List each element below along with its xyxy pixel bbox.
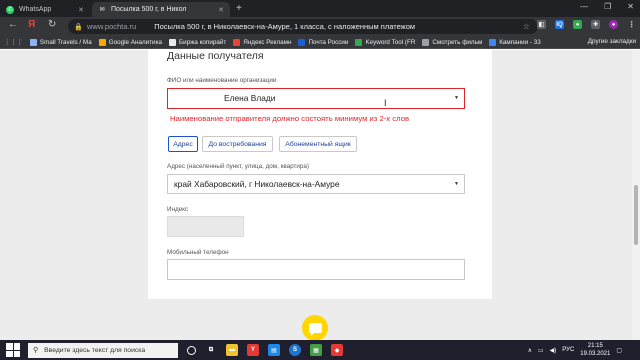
- network-icon[interactable]: ▭: [538, 347, 544, 354]
- scrollbar-thumb[interactable]: [634, 185, 638, 245]
- page-scrollbar[interactable]: [632, 50, 640, 340]
- tab-label: Посылка 500 г, в Никол: [111, 6, 187, 13]
- bookmark-star-icon[interactable]: ☆: [523, 22, 530, 31]
- tab-label: WhatsApp: [19, 6, 52, 13]
- address-bar[interactable]: 🔒 www.pochta.ru Посылка 500 г, в Николае…: [68, 19, 538, 34]
- lock-icon: 🔒: [74, 23, 83, 31]
- option-po-box[interactable]: Абонементный ящик: [279, 136, 357, 152]
- index-input[interactable]: [167, 216, 244, 237]
- file-explorer-icon[interactable]: ▬: [226, 344, 238, 356]
- bookmark-icon: [355, 38, 363, 46]
- phone-input[interactable]: [167, 259, 465, 280]
- url-text: www.pochta.ru: [87, 22, 137, 31]
- bookmark-item[interactable]: Small Travels / Ма: [29, 38, 92, 46]
- extension-icon[interactable]: ●: [573, 20, 582, 29]
- bookmark-item[interactable]: Keyword Tool (FR: [355, 38, 415, 46]
- menu-icon[interactable]: ⋮: [627, 20, 636, 29]
- clock-date: 19.03.2021: [580, 351, 611, 357]
- bookmark-icon: [489, 38, 497, 46]
- option-poste-restante[interactable]: До востребования: [202, 136, 273, 152]
- extensions: ◧ IQ ● ✚ ● ⋮: [537, 20, 636, 29]
- index-label: Индекс: [167, 206, 189, 213]
- bookmarks-bar: ⋮⋮⋮ Small Travels / Ма Google Аналитика …: [0, 36, 640, 49]
- tab-close-icon[interactable]: ✕: [76, 6, 86, 14]
- other-bookmarks[interactable]: Другие закладки: [588, 38, 636, 45]
- volume-icon[interactable]: ◀): [550, 347, 557, 354]
- tray-chevron-icon[interactable]: ∧: [528, 347, 532, 354]
- phone-label: Мобильный телефон: [167, 249, 229, 256]
- chat-icon: [308, 323, 322, 336]
- bookmark-item[interactable]: Яндекс Рекламн: [233, 38, 291, 46]
- notifications-icon[interactable]: ▢: [616, 347, 622, 354]
- search-icon: ⚲: [33, 347, 39, 354]
- name-error: Наименование отправителя должно состоять…: [170, 114, 410, 123]
- name-value: Елена Влади: [224, 93, 276, 103]
- bookmark-item[interactable]: Почта России: [298, 38, 348, 46]
- bookmark-item[interactable]: Кампании - 33: [489, 38, 541, 46]
- back-icon[interactable]: ←: [8, 19, 18, 30]
- tab-whatsapp[interactable]: ✆ WhatsApp ✕: [0, 2, 90, 17]
- taskbar: ⚲ Введите здесь текст для поиска ⧉ ▬ Y ▤…: [0, 340, 640, 360]
- avatar[interactable]: ●: [609, 20, 618, 29]
- window-controls: — ❐ ✕: [580, 2, 634, 11]
- bookmark-icon: [422, 38, 430, 46]
- search-placeholder: Введите здесь текст для поиска: [44, 346, 146, 354]
- address-input[interactable]: край Хабаровский, г Николаевск-на-Амуре …: [167, 174, 465, 194]
- bookmark-item[interactable]: Биржа копирайт: [168, 38, 226, 46]
- chat-button[interactable]: [302, 315, 328, 341]
- reload-icon[interactable]: ↻: [48, 19, 56, 30]
- cortana-icon[interactable]: [187, 345, 196, 355]
- recipient-form: Данные получателя ФИО или наименование о…: [148, 50, 492, 299]
- taskbar-search-input[interactable]: ⚲ Введите здесь текст для поиска: [28, 342, 178, 358]
- bookmark-icon: [29, 38, 37, 46]
- yandex-browser-icon[interactable]: Y: [247, 344, 259, 356]
- task-view-icon[interactable]: ⧉: [205, 344, 217, 356]
- tab-pochta[interactable]: ✉ Посылка 500 г, в Никол ✕: [92, 2, 230, 17]
- dropdown-caret-icon: ▼: [454, 95, 459, 101]
- bookmark-icon: [98, 38, 106, 46]
- clock-time: 21:15: [587, 343, 603, 349]
- extension-icon[interactable]: IQ: [555, 20, 564, 29]
- bookmark-icon: [168, 38, 176, 46]
- page-title: Посылка 500 г, в Николаевск-на-Амуре, 1 …: [154, 22, 416, 31]
- bookmark-item[interactable]: Смотреть фильм: [422, 38, 482, 46]
- section-title: Данные получателя: [167, 50, 264, 62]
- address-label: Адрес (населенный пункт, улица, дом, ква…: [167, 163, 309, 170]
- new-tab-button[interactable]: +: [236, 3, 242, 14]
- extension-icon[interactable]: ◧: [537, 20, 546, 29]
- clock[interactable]: 21:15 19.03.2021: [580, 342, 610, 358]
- app-icon[interactable]: ▤: [268, 344, 280, 356]
- windows-start-icon[interactable]: [6, 343, 20, 357]
- apps-icon[interactable]: ⋮⋮⋮: [4, 39, 23, 46]
- maximize-icon[interactable]: ❐: [604, 2, 611, 11]
- option-address[interactable]: Адрес: [168, 136, 198, 152]
- bookmark-item[interactable]: Google Аналитика: [98, 38, 162, 46]
- name-input[interactable]: Елена Влади ▼: [167, 88, 465, 109]
- language-indicator[interactable]: РУС: [562, 347, 574, 353]
- page-content: Данные получателя ФИО или наименование о…: [0, 50, 640, 341]
- app-icon[interactable]: ▦: [310, 344, 322, 356]
- bookmark-icon: [298, 38, 306, 46]
- tab-close-icon[interactable]: ✕: [216, 6, 226, 14]
- text-cursor-icon: I: [384, 98, 387, 108]
- app-icon[interactable]: ◆: [331, 344, 343, 356]
- puzzle-icon[interactable]: ✚: [591, 20, 600, 29]
- name-label: ФИО или наименование организации: [167, 77, 277, 84]
- address-value: край Хабаровский, г Николаевск-на-Амуре: [174, 179, 340, 189]
- skype-icon[interactable]: S: [289, 344, 301, 356]
- tab-strip: ✆ WhatsApp ✕ ✉ Посылка 500 г, в Никол ✕ …: [0, 0, 640, 17]
- yandex-icon[interactable]: Я: [28, 19, 35, 30]
- browser-toolbar: ← Я ↻ 🔒 www.pochta.ru Посылка 500 г, в Н…: [0, 17, 640, 36]
- minimize-icon[interactable]: —: [580, 2, 588, 11]
- dropdown-caret-icon: ▼: [454, 181, 459, 187]
- close-window-icon[interactable]: ✕: [627, 2, 634, 11]
- pochta-icon: ✉: [99, 7, 105, 13]
- bookmark-icon: [233, 38, 241, 46]
- system-tray: ∧ ▭ ◀) РУС 21:15 19.03.2021 ▢: [528, 342, 622, 358]
- whatsapp-icon: ✆: [6, 5, 14, 14]
